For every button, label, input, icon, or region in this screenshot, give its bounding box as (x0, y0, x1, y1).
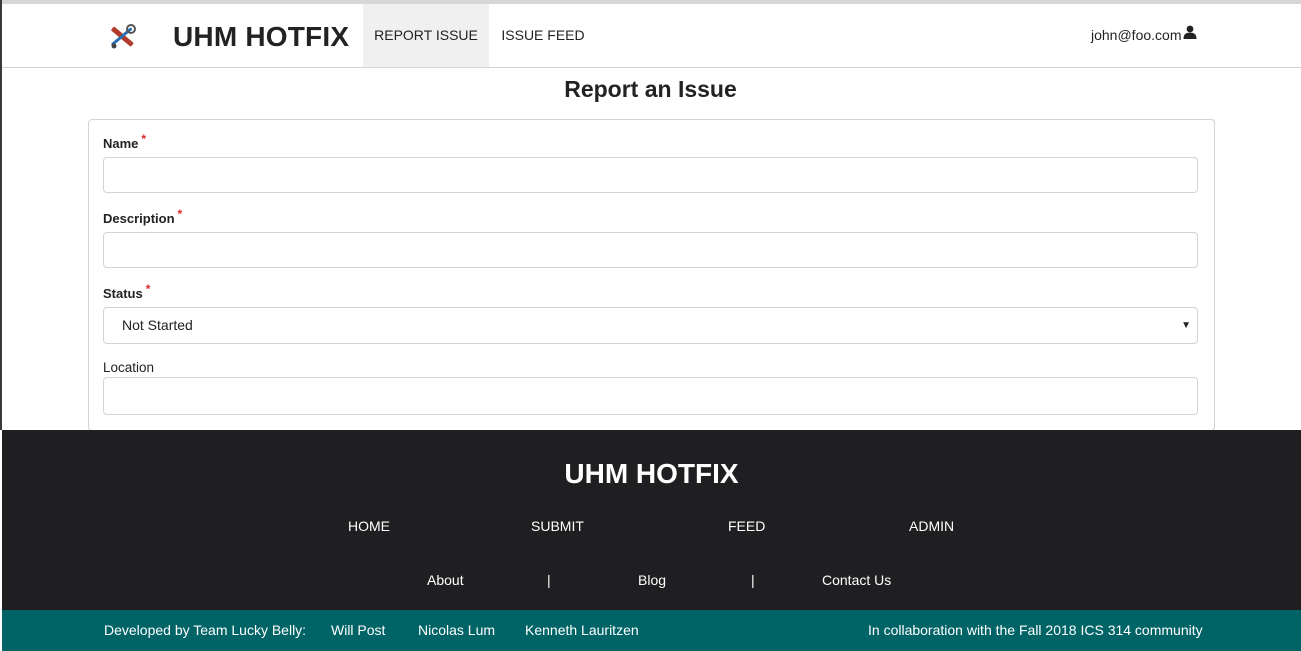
description-label-text: Description (103, 211, 175, 226)
status-label-text: Status (103, 286, 143, 301)
name-label-text: Name (103, 136, 139, 151)
footer-nav-submit[interactable]: SUBMIT (531, 518, 584, 534)
status-select[interactable]: Not Started ▼ (103, 307, 1198, 344)
required-marker: * (141, 132, 147, 146)
footer-separator: | (751, 572, 755, 588)
footer-nav-feed[interactable]: FEED (728, 518, 765, 534)
user-menu[interactable]: john@foo.com (1091, 4, 1197, 67)
member-link[interactable]: Nicolas Lum (418, 622, 495, 638)
nav-report-issue[interactable]: REPORT ISSUE (363, 4, 489, 67)
credits-bar: Developed by Team Lucky Belly: Will Post… (2, 610, 1301, 651)
description-field[interactable] (103, 232, 1198, 268)
location-field[interactable] (103, 377, 1198, 415)
developed-by-text: Developed by Team Lucky Belly: (104, 622, 307, 638)
dropdown-caret-icon: ▼ (1181, 320, 1191, 331)
footer-brand: UHM HOTFIX (564, 458, 739, 489)
nav-issue-feed[interactable]: ISSUE FEED (491, 4, 595, 67)
status-label: Status * (103, 282, 150, 301)
user-icon (1183, 3, 1197, 66)
user-email: john@foo.com (1091, 27, 1182, 43)
member-link[interactable]: Will Post (331, 622, 385, 638)
footer-nav-admin[interactable]: ADMIN (909, 518, 954, 534)
collaboration-text: In collaboration with the Fall 2018 ICS … (868, 622, 1203, 638)
description-label: Description * (103, 207, 182, 226)
location-label-text: Location (103, 360, 155, 375)
footer-nav-home[interactable]: HOME (348, 518, 390, 534)
footer-link-about[interactable]: About (427, 572, 464, 588)
required-marker: * (177, 207, 183, 221)
footer-link-contact[interactable]: Contact Us (822, 572, 891, 588)
footer: UHM HOTFIX HOME SUBMIT FEED ADMIN About … (2, 430, 1301, 610)
name-label: Name * (103, 132, 146, 151)
location-label: Location (103, 360, 154, 375)
navbar-brand[interactable]: UHM HOTFIX (173, 21, 349, 53)
name-field[interactable] (103, 157, 1198, 193)
footer-link-blog[interactable]: Blog (638, 572, 666, 588)
footer-separator: | (547, 572, 551, 588)
tools-logo-icon[interactable] (106, 24, 140, 52)
required-marker: * (145, 282, 151, 296)
page-title: Report an Issue (564, 76, 737, 102)
top-navbar: UHM HOTFIX REPORT ISSUE ISSUE FEED john@… (2, 4, 1301, 68)
status-selected-value: Not Started (122, 317, 193, 333)
member-link[interactable]: Kenneth Lauritzen (525, 622, 639, 638)
report-issue-form: Name * Description * Status * Not Started ▼… (88, 119, 1215, 431)
